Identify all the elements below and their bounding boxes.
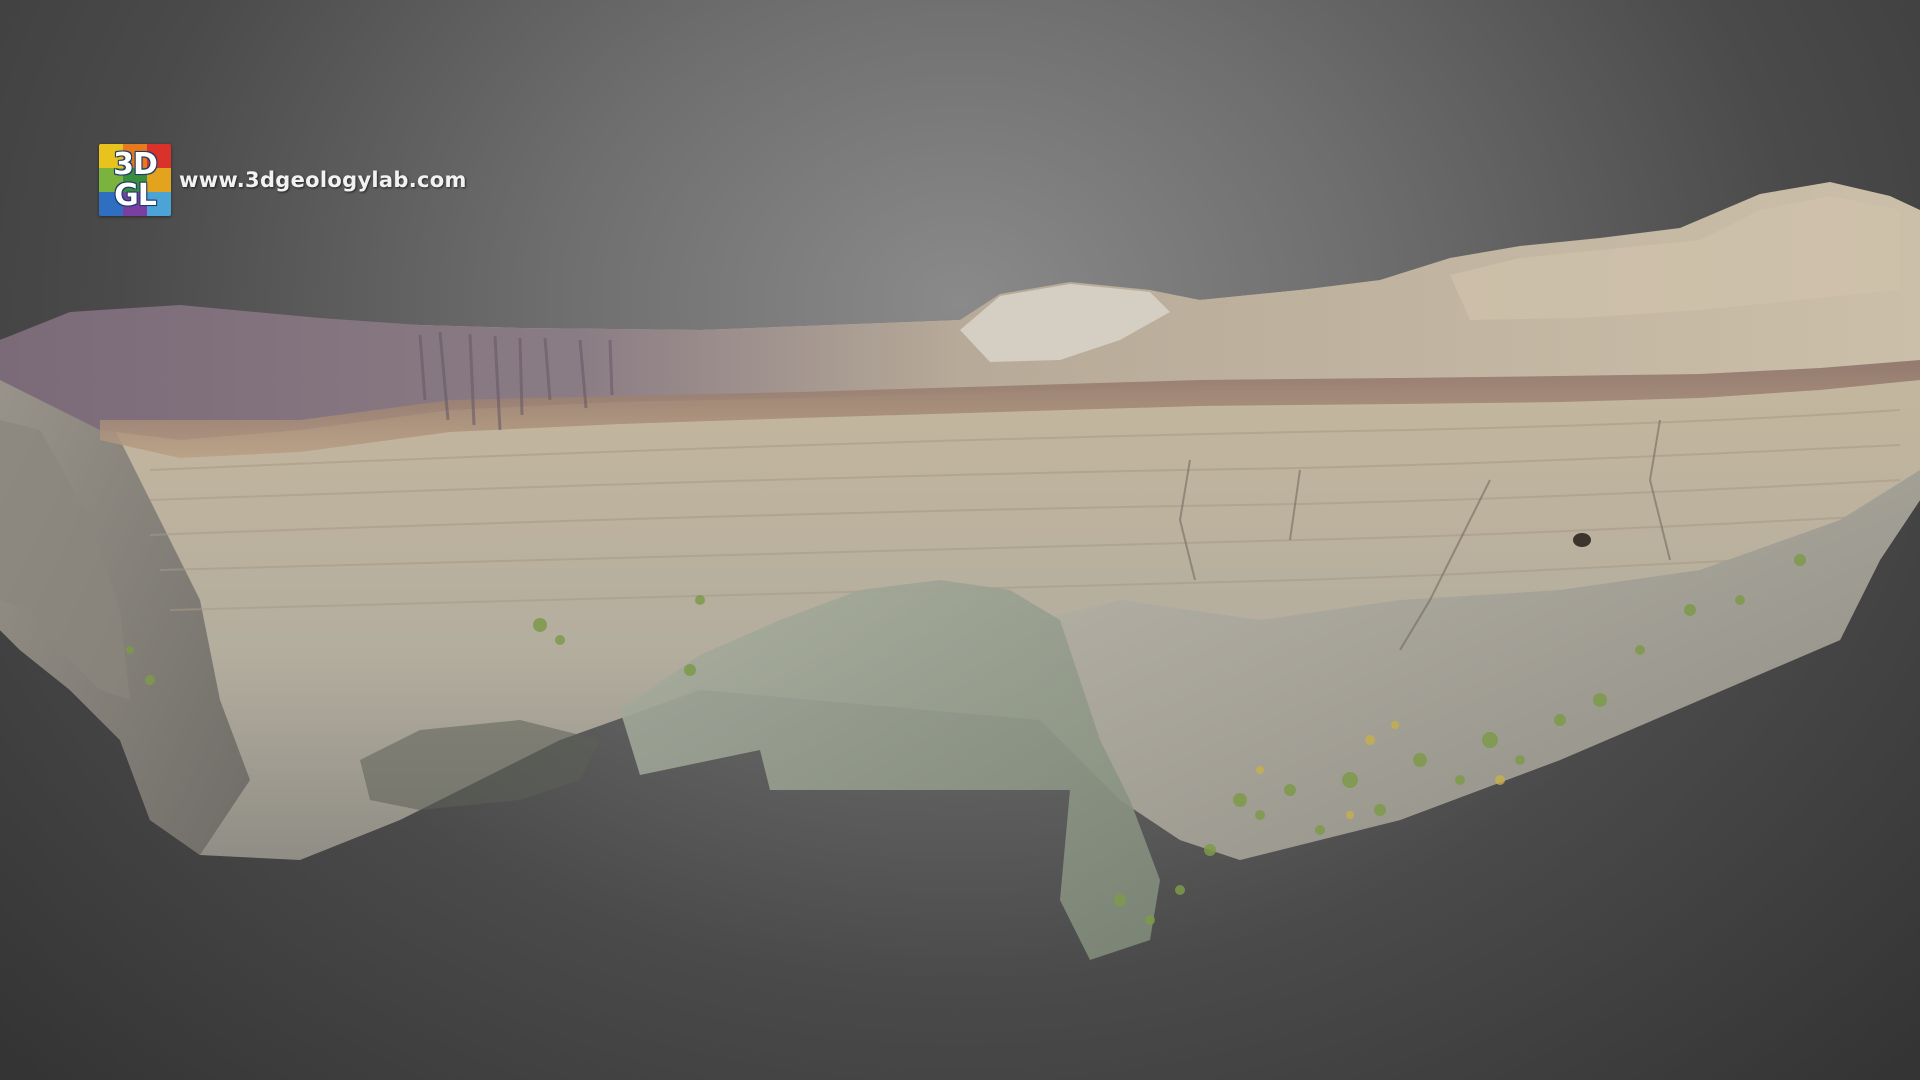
model-viewer-canvas[interactable]: 3D GL www.3dgeologylab.com	[0, 0, 1920, 1080]
3dgl-logo: 3D GL	[99, 144, 171, 216]
logo-text-3d: 3D	[113, 147, 158, 182]
watermark: 3D GL www.3dgeologylab.com	[99, 144, 467, 216]
logo-text-gl: GL	[114, 178, 157, 213]
watermark-url: www.3dgeologylab.com	[179, 168, 467, 192]
